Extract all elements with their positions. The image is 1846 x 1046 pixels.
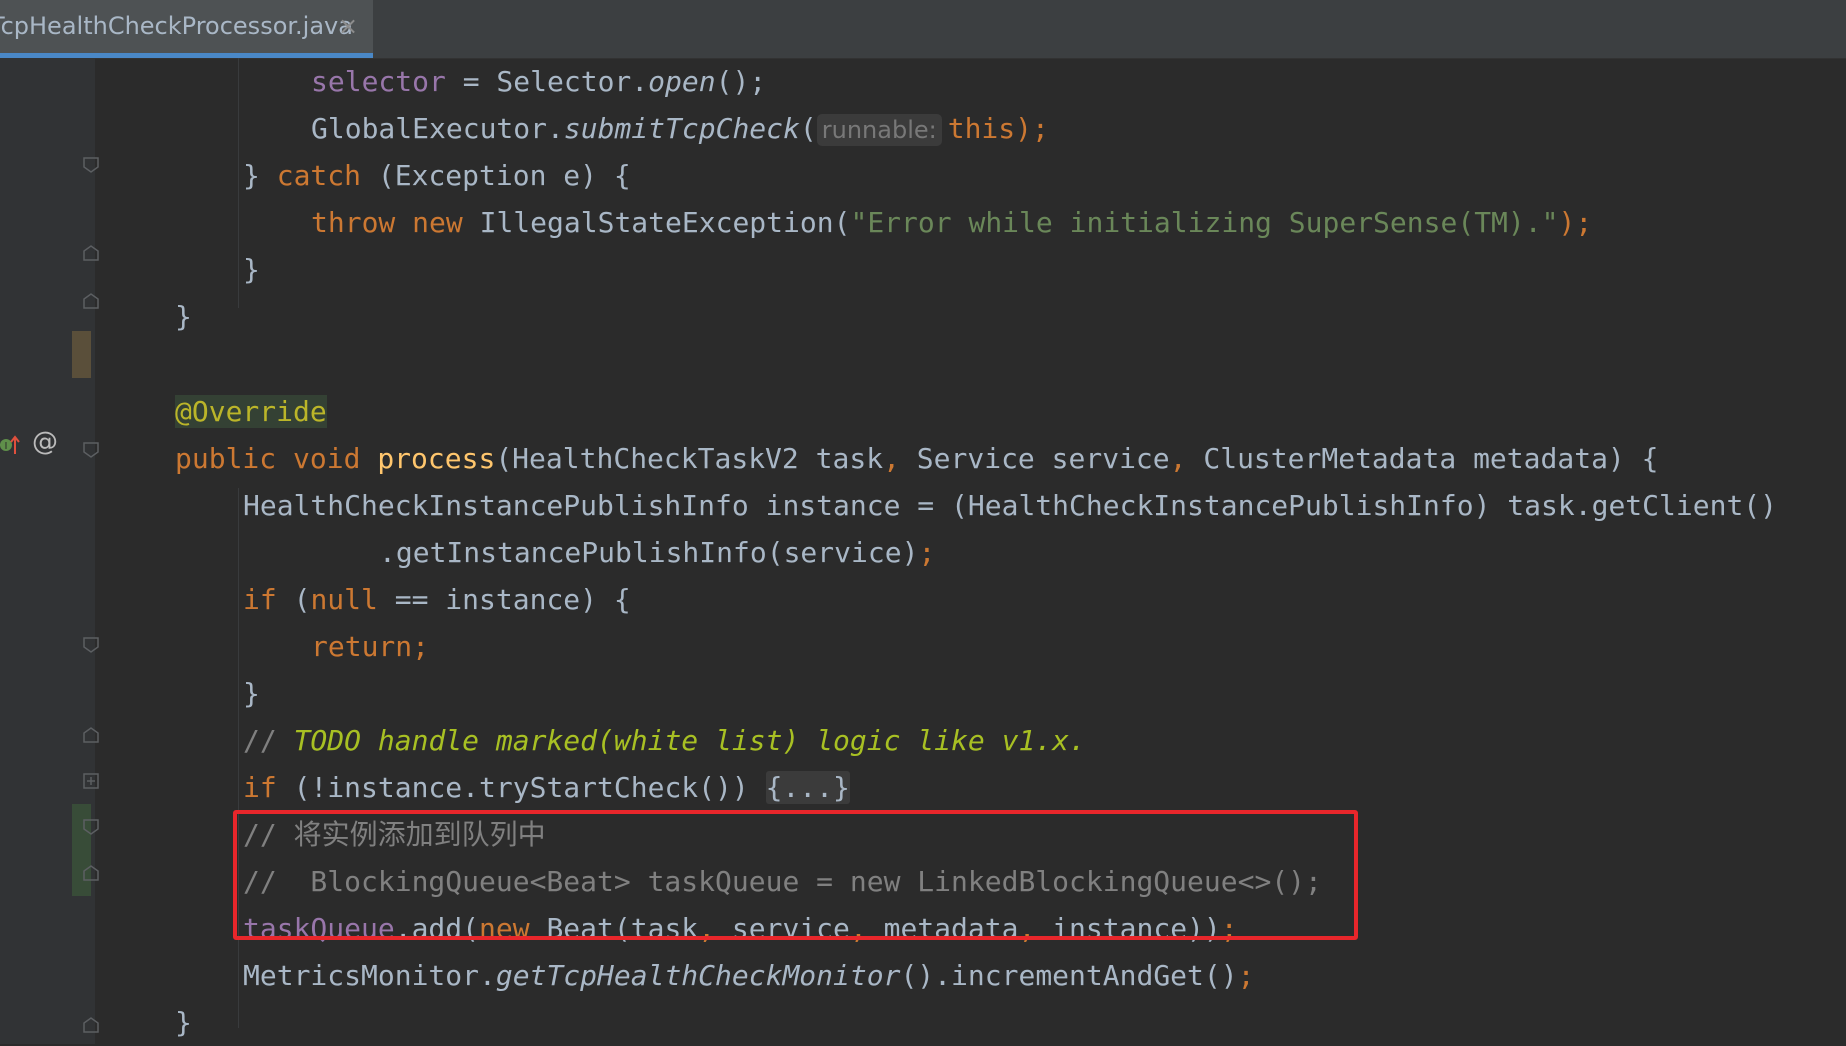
svg-text:I: I [5, 441, 8, 452]
close-tab-icon[interactable]: × [338, 14, 362, 38]
code-line-6: } [175, 300, 192, 333]
code-line-5: } [243, 253, 260, 286]
code-line-12: return; [311, 630, 430, 663]
code-line-1: selector = Selector.open(); [311, 65, 767, 98]
code-line-7: @Override [175, 388, 327, 435]
annotation-icon[interactable]: @ [32, 427, 58, 457]
tab-tcp-health-check-processor[interactable]: TcpHealthCheckProcessor.java × [0, 0, 373, 58]
code-line-19: MetricsMonitor.getTcpHealthCheckMonitor(… [243, 959, 1255, 992]
code-line-10: .getInstancePublishInfo(service); [379, 536, 936, 569]
indent-guide [238, 488, 239, 1028]
highlight-annotation-box [233, 810, 1358, 940]
todo-comment: TODO handle marked(white list) logic lik… [293, 724, 1086, 757]
code-line-20: } [175, 1006, 192, 1039]
parameter-hint: runnable: [816, 114, 942, 146]
code-line-2: GlobalExecutor.submitTcpCheck(runnable: t… [311, 112, 1049, 146]
code-line-11: if (null == instance) { [243, 583, 631, 616]
code-line-4: throw new IllegalStateException("Error w… [311, 206, 1593, 239]
editor-gutter: I @ [0, 58, 99, 1044]
code-line-8: public void process(HealthCheckTaskV2 ta… [175, 442, 1659, 475]
folded-code-placeholder[interactable]: {...} [765, 771, 850, 804]
indent-guide [238, 58, 239, 308]
code-line-14: // TODO handle marked(white list) logic … [243, 724, 1086, 757]
code-line-15: if (!instance.tryStartCheck()) {...} [243, 771, 850, 804]
tab-filename: TcpHealthCheckProcessor.java [0, 12, 353, 40]
override-annotation: @Override [175, 395, 327, 428]
editor-tab-bar: TcpHealthCheckProcessor.java × [0, 0, 1846, 59]
code-line-13: } [243, 677, 260, 710]
change-marker-modified[interactable] [72, 331, 91, 378]
code-line-3: } catch (Exception e) { [243, 159, 631, 192]
code-line-9: HealthCheckInstancePublishInfo instance … [243, 489, 1778, 522]
implements-method-icon[interactable]: I [0, 432, 20, 458]
